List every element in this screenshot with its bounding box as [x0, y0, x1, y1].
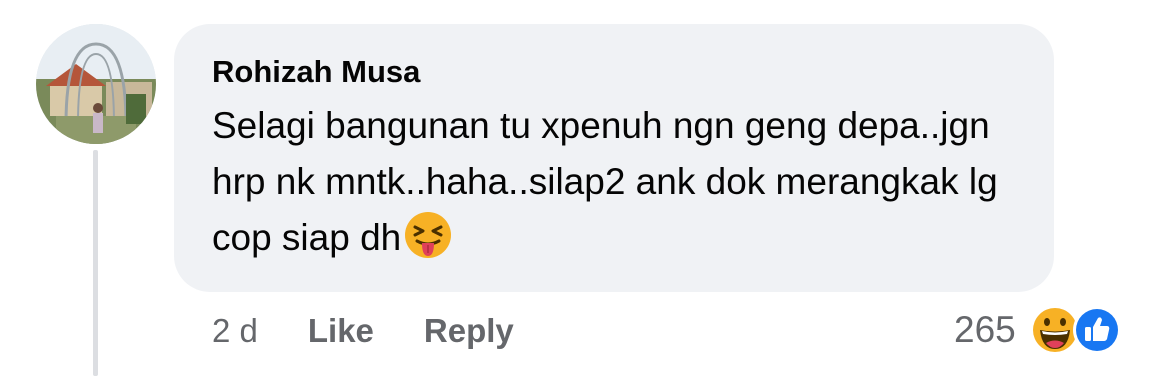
- squinting-tongue-emoji-icon: [405, 212, 452, 258]
- like-reaction-icon: [1072, 306, 1121, 354]
- like-button[interactable]: Like: [308, 312, 374, 350]
- reaction-count: 265: [954, 309, 1016, 350]
- comment-text: Selagi bangunan tu xpenuh ngn geng depa.…: [212, 105, 998, 258]
- reaction-summary[interactable]: 265: [954, 302, 1122, 358]
- reply-button[interactable]: Reply: [424, 312, 514, 350]
- avatar[interactable]: [36, 24, 156, 144]
- comment-bubble: Rohizah Musa Selagi bangunan tu xpenuh n…: [174, 24, 1054, 292]
- avatar-photo: [36, 24, 156, 144]
- reply-thread-line: [93, 150, 98, 376]
- comment-timestamp[interactable]: 2 d: [212, 312, 258, 350]
- comment-author[interactable]: Rohizah Musa: [212, 52, 1016, 92]
- comment-actions: 2 d Like Reply: [212, 306, 564, 356]
- comment-body: Selagi bangunan tu xpenuh ngn geng depa.…: [212, 98, 1022, 266]
